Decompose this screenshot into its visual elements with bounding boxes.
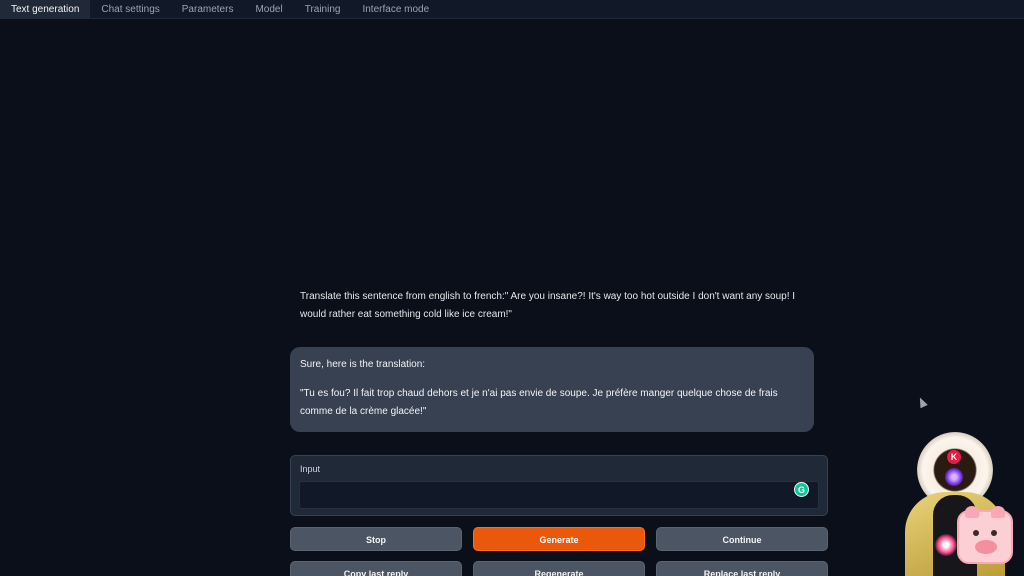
avatar-glow bbox=[935, 534, 957, 556]
tab-text-generation[interactable]: Text generation bbox=[0, 0, 91, 18]
replace-last-reply-button[interactable]: Replace last reply bbox=[656, 561, 828, 576]
avatar-badge: K bbox=[947, 450, 961, 464]
input-panel: Input G bbox=[290, 455, 828, 516]
regenerate-button[interactable]: Regenerate bbox=[473, 561, 645, 576]
generate-button[interactable]: Generate bbox=[473, 527, 645, 551]
tab-interface-mode[interactable]: Interface mode bbox=[351, 0, 440, 18]
continue-button[interactable]: Continue bbox=[656, 527, 828, 551]
streamer-avatar: K bbox=[895, 430, 1024, 576]
tab-chat-settings[interactable]: Chat settings bbox=[90, 0, 170, 18]
bot-message: Sure, here is the translation: "Tu es fo… bbox=[290, 347, 814, 432]
input-label: Input bbox=[300, 464, 321, 474]
input-textbox[interactable] bbox=[299, 481, 819, 509]
avatar-eye-icon bbox=[945, 468, 963, 486]
copy-last-reply-button[interactable]: Copy last reply bbox=[290, 561, 462, 576]
grammarly-icon[interactable]: G bbox=[794, 482, 809, 497]
tab-parameters[interactable]: Parameters bbox=[171, 0, 245, 18]
tab-bar: Text generation Chat settings Parameters… bbox=[0, 0, 1024, 19]
stop-button[interactable]: Stop bbox=[290, 527, 462, 551]
bot-message-translation: "Tu es fou? Il fait trop chaud dehors et… bbox=[300, 388, 778, 417]
pig-mascot-icon bbox=[957, 506, 1013, 564]
user-message: Translate this sentence from english to … bbox=[300, 291, 796, 320]
bot-message-intro: Sure, here is the translation: bbox=[300, 359, 426, 370]
tab-model[interactable]: Model bbox=[244, 0, 293, 18]
tab-training[interactable]: Training bbox=[294, 0, 352, 18]
mouse-cursor-icon bbox=[916, 395, 928, 409]
